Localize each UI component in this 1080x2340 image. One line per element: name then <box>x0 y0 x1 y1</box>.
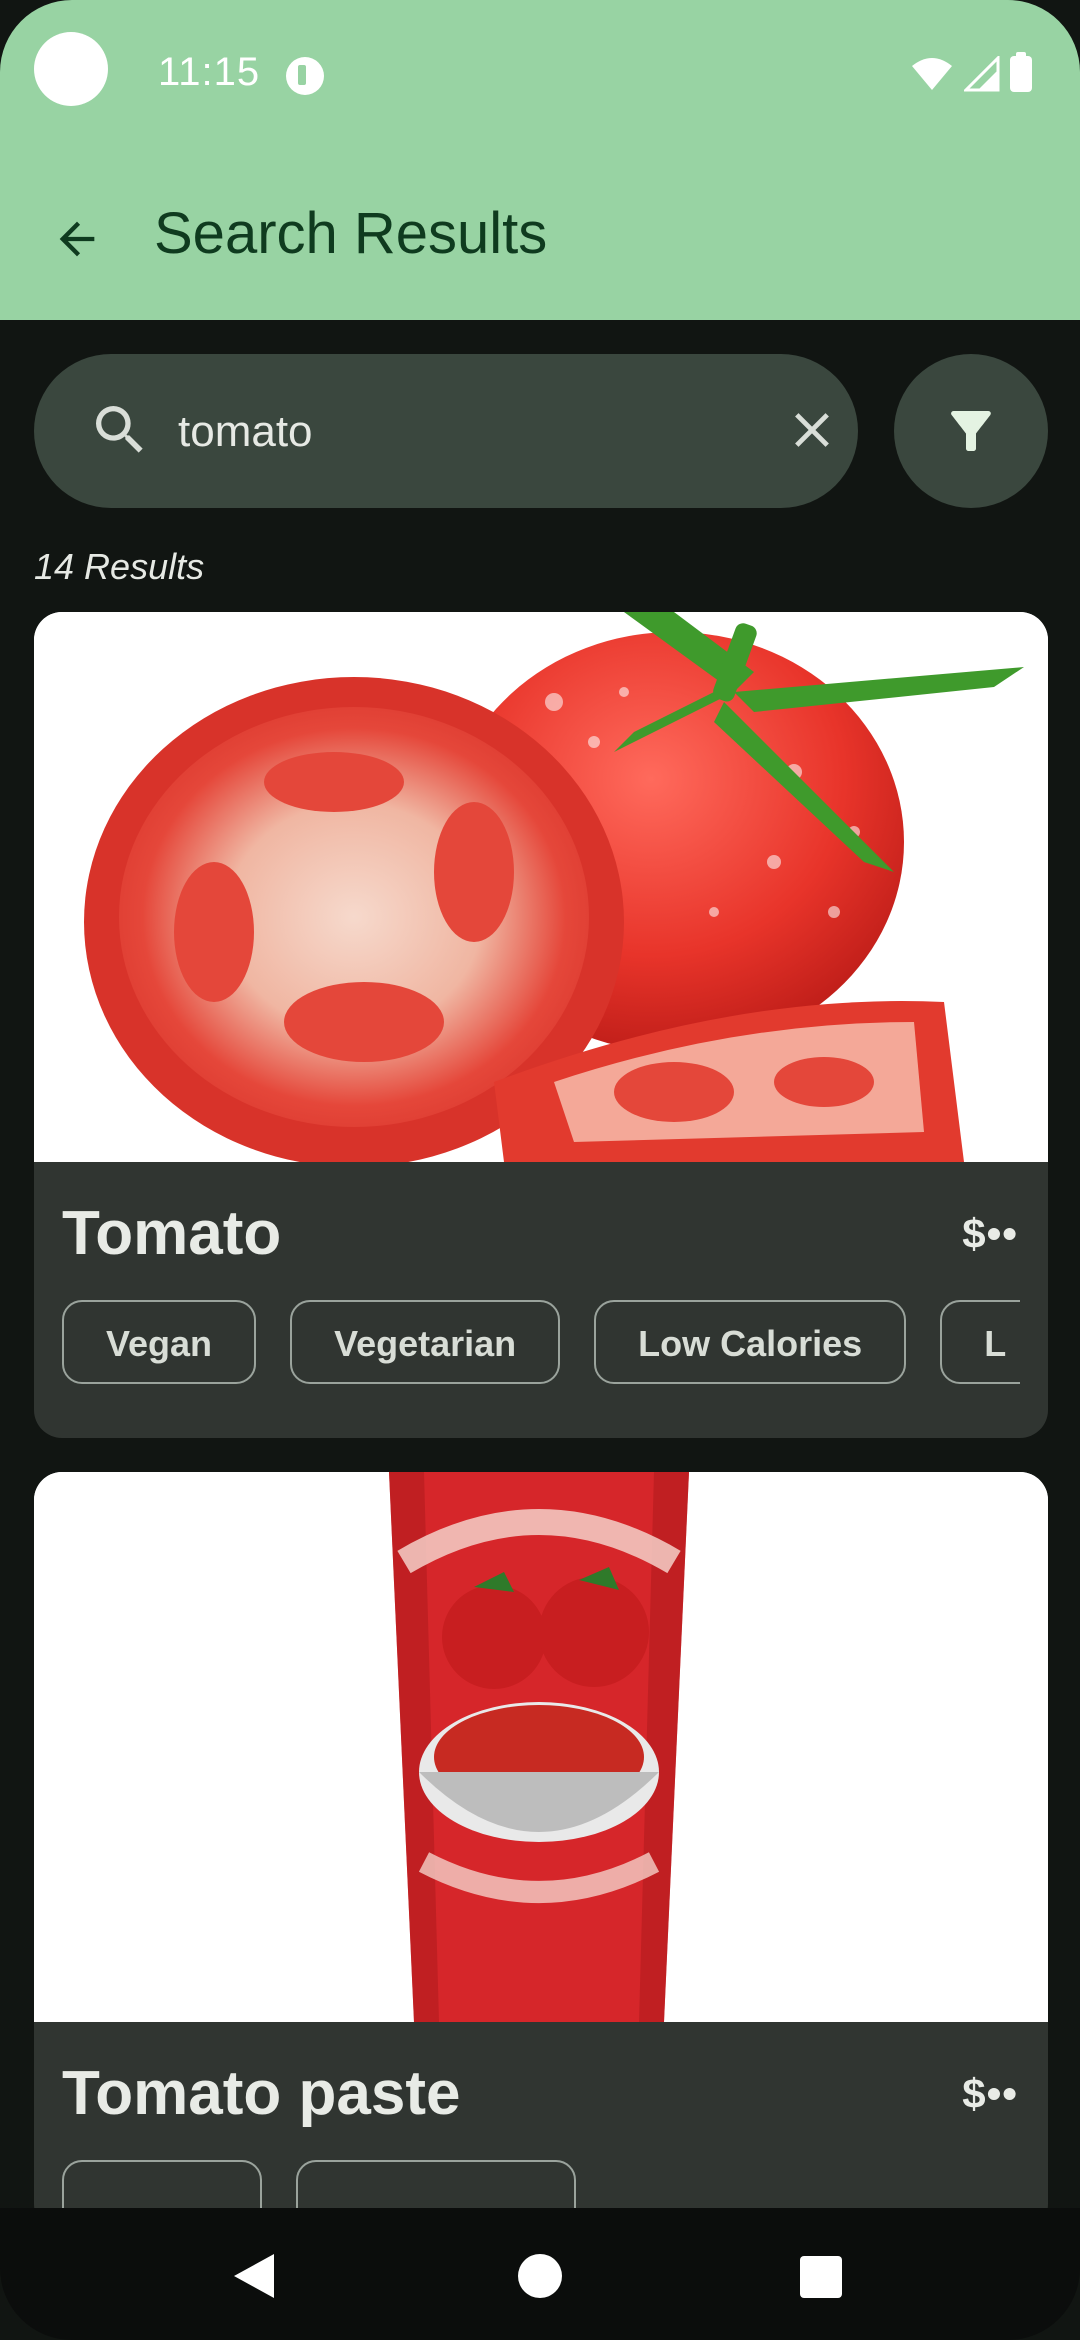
price-level: $•• <box>962 2070 1018 2117</box>
arrow-back-icon <box>59 221 95 257</box>
clear-search-button[interactable] <box>780 398 844 462</box>
system-nav-bar <box>0 2208 1080 2340</box>
wifi-icon <box>912 58 952 90</box>
tomato-image <box>34 612 1048 1162</box>
tag-chip[interactable]: Vegan <box>62 1300 257 1384</box>
item-name: Tomato <box>62 1199 282 1268</box>
result-card[interactable]: Tomato paste $•• <box>34 1472 1048 2232</box>
battery-icon <box>1010 52 1032 92</box>
tag-chip[interactable]: L <box>940 1300 1020 1384</box>
close-icon <box>795 413 829 447</box>
nav-back-icon[interactable] <box>232 2252 276 2300</box>
signal-icon <box>964 56 1000 92</box>
filter-button[interactable] <box>894 354 1048 508</box>
search-bar[interactable] <box>34 354 858 508</box>
nav-recents-icon[interactable] <box>800 2256 842 2298</box>
price-level: $•• <box>962 1210 1018 1257</box>
status-bar: 11:15 <box>0 0 1080 150</box>
nav-home-icon[interactable] <box>518 2254 562 2298</box>
search-icon <box>96 406 143 453</box>
camera-cutout <box>34 32 108 106</box>
search-input[interactable] <box>176 392 740 472</box>
tag-chip[interactable]: Low Calories <box>594 1300 907 1384</box>
tag-list[interactable]: Vegan Vegetarian Low Calories L <box>62 1300 1020 1390</box>
page-title: Search Results <box>154 201 548 266</box>
tomato-paste-image <box>34 1472 1048 2022</box>
back-button[interactable] <box>40 202 114 276</box>
results-count: 14 Results <box>34 546 205 587</box>
item-name: Tomato paste <box>62 2059 461 2128</box>
tag-chip[interactable]: Vegetarian <box>290 1300 561 1384</box>
notification-app-icon <box>286 57 324 95</box>
status-icons <box>910 52 1032 92</box>
top-app-bar: 11:15 Search Results <box>0 0 1080 320</box>
tomato-illustration <box>34 612 1048 1162</box>
filter-icon <box>951 411 991 451</box>
status-time: 11:15 <box>158 50 261 94</box>
screen: 11:15 Search Results tomato 14 Results T… <box>0 0 1080 2340</box>
tomato-paste-tube-illustration <box>34 1472 1048 2022</box>
result-card[interactable]: Tomato $•• Vegan Vegetarian Low Calories L <box>34 612 1048 1438</box>
app-bar: Search Results <box>0 180 1080 280</box>
